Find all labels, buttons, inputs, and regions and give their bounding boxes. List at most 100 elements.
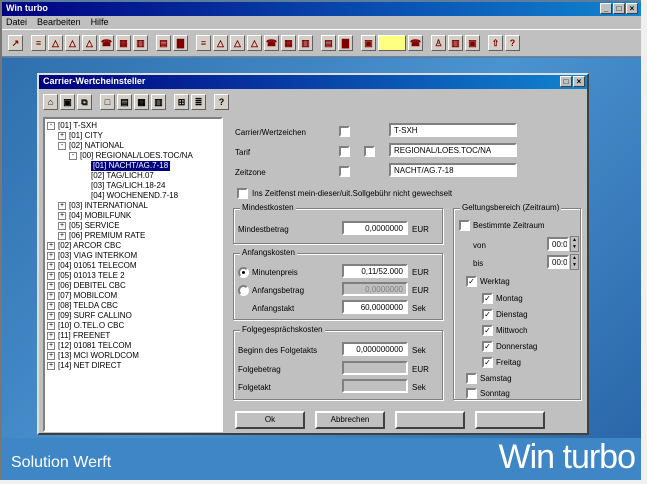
tarif-field[interactable]: REGIONAL/LOES.TOC/NA [389, 143, 517, 157]
tarif-check-2[interactable] [364, 146, 375, 157]
expand-icon[interactable]: + [47, 332, 55, 340]
toolbar-phone-icon[interactable]: ☎ [264, 35, 279, 51]
toolbar-book-icon[interactable]: ▤ [156, 35, 171, 51]
von-spinner[interactable]: ▲ ▼ [570, 236, 579, 252]
copy-icon[interactable]: ⧉ [77, 94, 92, 110]
carrier-tree[interactable]: - [01] T-SXH + [01] CITY - [02] NATIONAL - [00]… [43, 117, 223, 432]
zeitzone-option-check[interactable] [237, 188, 248, 199]
von-field[interactable]: 00:00 [547, 237, 569, 251]
tree-node[interactable]: [03] TAG/LICH.18-24 [47, 181, 219, 191]
toolbar-list-icon[interactable]: ≡ [196, 35, 211, 51]
tree-node[interactable]: + [04] 01051 TELECOM [47, 261, 219, 271]
tree-node[interactable]: + [03] VIAG INTERKOM [47, 251, 219, 261]
dialog-close-button[interactable]: × [573, 76, 585, 87]
day-montag-check[interactable]: ✓ [482, 293, 493, 304]
page-icon[interactable]: □ [100, 94, 115, 110]
expand-icon[interactable]: + [58, 232, 66, 240]
close-button[interactable]: × [626, 3, 638, 14]
expand-icon[interactable]: + [58, 222, 66, 230]
collapse-icon[interactable]: - [69, 152, 77, 160]
expand-icon[interactable]: + [58, 212, 66, 220]
anfangsbetrag-radio[interactable] [238, 285, 249, 296]
toolbar-exit-icon[interactable]: ⇧ [488, 35, 503, 51]
day-mittwoch-check[interactable]: ✓ [482, 325, 493, 336]
expand-icon[interactable]: + [47, 322, 55, 330]
toolbar-list-icon[interactable]: ≡ [31, 35, 46, 51]
folgetakt-beginn-field[interactable]: 0,000000000 [342, 342, 408, 356]
tree-node[interactable]: + [04] MOBILFUNK [47, 211, 219, 221]
toolbar-note-icon[interactable] [378, 35, 406, 51]
expand-icon[interactable]: + [47, 362, 55, 370]
toolbar-disk-icon[interactable]: ▣ [465, 35, 480, 51]
bis-field[interactable]: 00:00 [547, 255, 569, 269]
toolbar-chart-icon[interactable]: ▥ [298, 35, 313, 51]
filter-icon[interactable]: ▤ [117, 94, 132, 110]
expand-icon[interactable]: + [47, 282, 55, 290]
folgebetrag-field[interactable] [342, 361, 408, 375]
toolbar-alert-icon[interactable]: △ [82, 35, 97, 51]
toolbar-chart-icon[interactable]: ▥ [133, 35, 148, 51]
toolbar-book-icon[interactable]: ▤ [321, 35, 336, 51]
blank-button-1[interactable] [395, 411, 465, 429]
toolbar-chart-icon[interactable]: ▥ [448, 35, 463, 51]
day-freitag-check[interactable]: ✓ [482, 357, 493, 368]
expand-icon[interactable]: + [47, 252, 55, 260]
new-icon[interactable]: ⌂ [43, 94, 58, 110]
zeitzone-check[interactable] [339, 166, 350, 177]
minutenpreis-radio[interactable] [238, 267, 249, 278]
toolbar-alert-icon[interactable]: △ [48, 35, 63, 51]
day-sonntag-check[interactable] [466, 388, 477, 399]
toolbar-phone-icon[interactable]: ☎ [99, 35, 114, 51]
menu-hilfe[interactable]: Hilfe [91, 17, 109, 28]
tree-node[interactable]: + [09] SURF CALLINO [47, 311, 219, 321]
carrier-check[interactable] [339, 126, 350, 137]
toolbar-alert-icon[interactable]: △ [65, 35, 80, 51]
expand-icon[interactable]: + [47, 312, 55, 320]
werktag-check[interactable]: ✓ [466, 276, 477, 287]
maximize-button[interactable]: □ [613, 3, 625, 14]
tree-node[interactable]: - [01] T-SXH [47, 121, 219, 131]
toolbar-help-icon[interactable]: ? [505, 35, 520, 51]
tree-node[interactable]: + [14] NET DIRECT [47, 361, 219, 371]
cancel-button[interactable]: Abbrechen [315, 411, 385, 429]
expand-icon[interactable]: + [58, 202, 66, 210]
ok-button[interactable]: Ok [235, 411, 305, 429]
tree-node[interactable]: + [02] ARCOR CBC [47, 241, 219, 251]
tree-node[interactable]: + [10] O.TEL.O CBC [47, 321, 219, 331]
tree-node[interactable]: + [06] DEBITEL CBC [47, 281, 219, 291]
menu-bearbeiten[interactable]: Bearbeiten [37, 17, 81, 28]
tree-node[interactable]: + [07] MOBILCOM [47, 291, 219, 301]
toolbar-alert-icon[interactable]: △ [230, 35, 245, 51]
anfangstakt-field[interactable]: 60,0000000 [342, 300, 408, 314]
expand-icon[interactable]: + [47, 342, 55, 350]
expand-icon[interactable]: + [47, 242, 55, 250]
day-dienstag-check[interactable]: ✓ [482, 309, 493, 320]
minutenpreis-field[interactable]: 0,11/52.000 [342, 264, 408, 278]
bis-spinner[interactable]: ▲ ▼ [570, 254, 579, 270]
collapse-icon[interactable]: - [47, 122, 55, 130]
day-samstag-check[interactable] [466, 373, 477, 384]
dialog-maximize-button[interactable]: □ [560, 76, 572, 87]
tree-node[interactable]: - [02] NATIONAL [47, 141, 219, 151]
anfangsbetrag-field[interactable]: 0,0000000 [342, 282, 408, 296]
toolbar-grid-icon[interactable]: ▦ [116, 35, 131, 51]
tree-node[interactable]: + [11] FREENET [47, 331, 219, 341]
tree-node[interactable]: + [06] PREMIUM RATE [47, 231, 219, 241]
expand-icon[interactable]: + [47, 352, 55, 360]
toolbar-bar-icon[interactable]: ▇ [338, 35, 353, 51]
tree-node[interactable]: [02] TAG/LICH.07 [47, 171, 219, 181]
tree-node[interactable]: [01] NACHT/AG.7-18 [47, 161, 219, 171]
tree-node[interactable]: + [05] SERVICE [47, 221, 219, 231]
table-icon[interactable]: ▥ [151, 94, 166, 110]
expand-icon[interactable]: ⊞ [174, 94, 189, 110]
toolbar-arrow-icon[interactable]: ↗ [8, 35, 23, 51]
zeitzone-field[interactable]: NACHT/AG.7-18 [389, 163, 517, 177]
toolbar-bar-icon[interactable]: ▇ [173, 35, 188, 51]
carrier-field[interactable]: T-SXH [389, 123, 517, 137]
expand-icon[interactable]: + [47, 292, 55, 300]
expand-icon[interactable]: + [58, 132, 66, 140]
mindestbetrag-field[interactable]: 0,0000000 [342, 221, 408, 235]
toolbar-person-icon[interactable]: ♙ [431, 35, 446, 51]
day-donnerstag-check[interactable]: ✓ [482, 341, 493, 352]
toolbar-phone-icon[interactable]: ☎ [408, 35, 423, 51]
